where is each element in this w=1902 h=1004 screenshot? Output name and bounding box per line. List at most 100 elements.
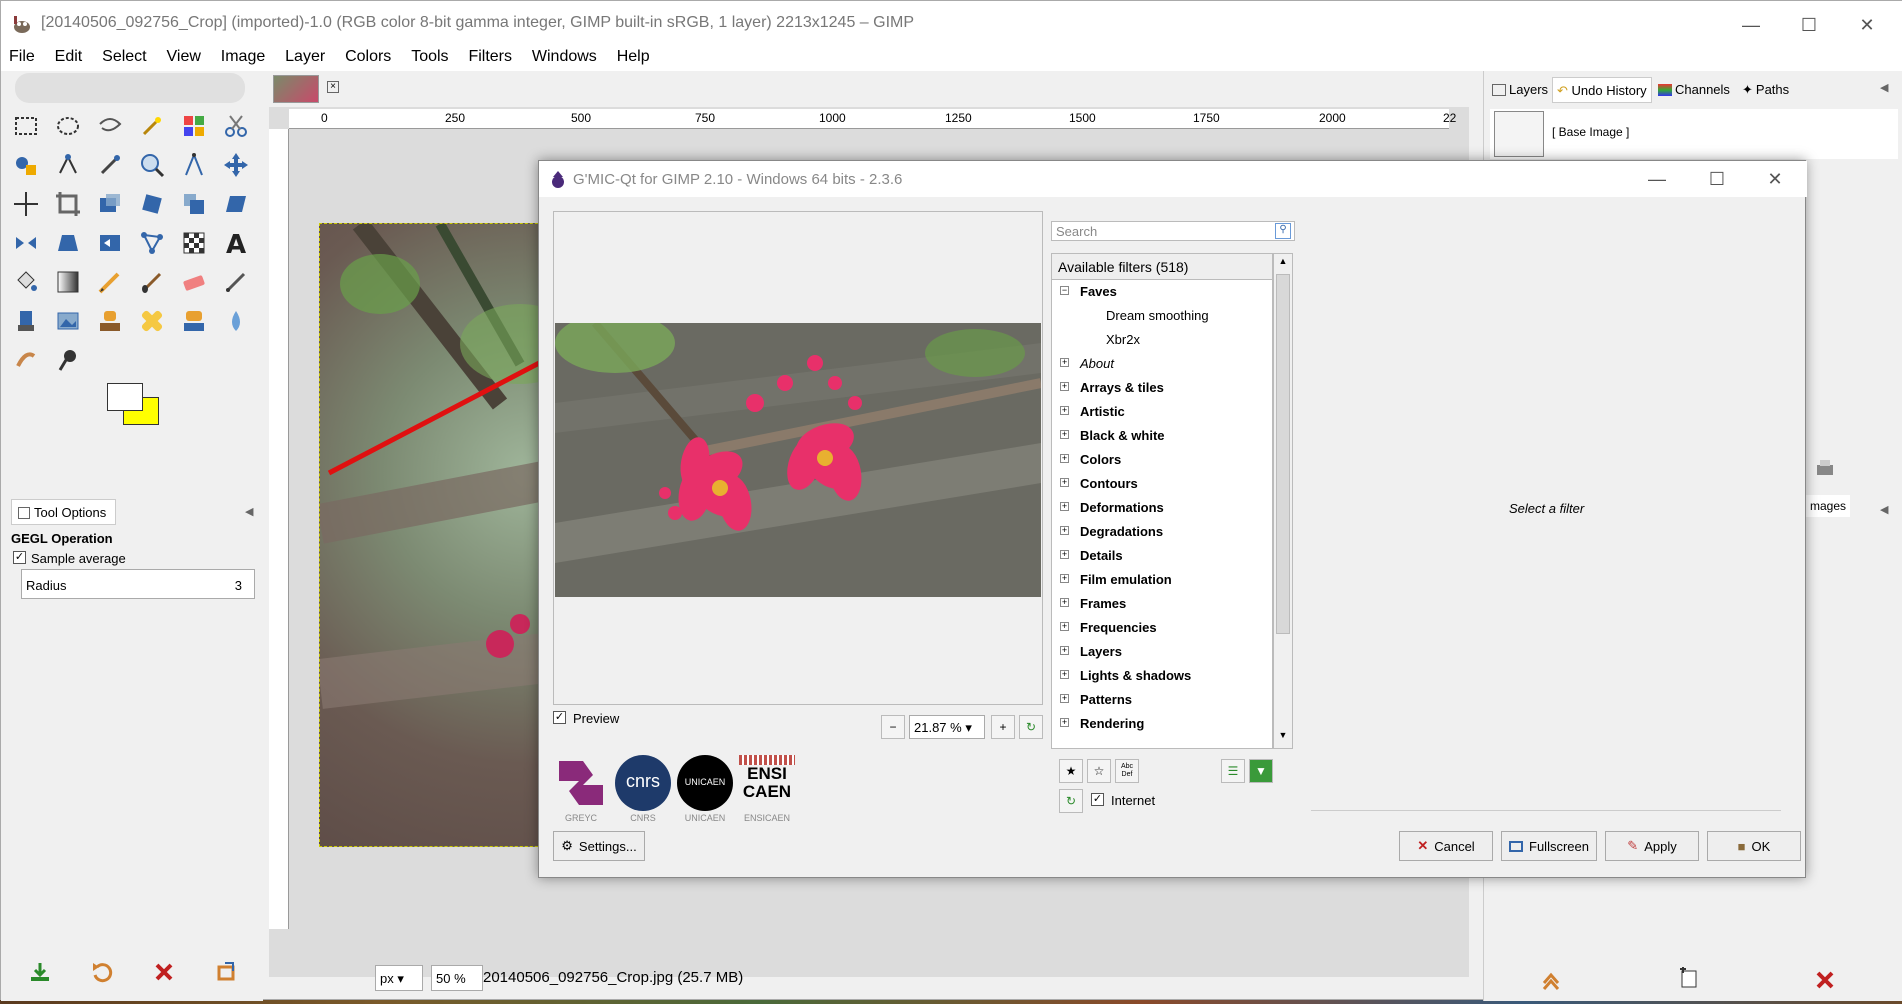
zoom-out-icon[interactable]: −	[881, 715, 905, 739]
close-button[interactable]: ✕	[1853, 11, 1881, 39]
expand-icon[interactable]: +	[1060, 430, 1069, 439]
delete-tool-preset-icon[interactable]	[153, 961, 175, 983]
lasso-tool-icon[interactable]	[93, 109, 127, 143]
expand-icon[interactable]: +	[1060, 526, 1069, 535]
gmic-close-button[interactable]: ✕	[1761, 165, 1789, 193]
color-picker-tool-icon[interactable]	[93, 148, 127, 182]
expand-icon[interactable]: +	[1060, 454, 1069, 463]
internet-checkbox[interactable]: ✓	[1091, 793, 1104, 806]
ink-tool-icon[interactable]	[9, 304, 43, 338]
zoom-in-icon[interactable]: +	[991, 715, 1015, 739]
radius-spinner[interactable]: Radius 3	[21, 569, 255, 599]
tree-node[interactable]: + Deformations	[1052, 496, 1272, 520]
menu-colors[interactable]: Colors	[345, 45, 399, 66]
airbrush-tool-icon[interactable]	[219, 265, 253, 299]
align-tool-icon[interactable]	[9, 187, 43, 221]
expand-icon[interactable]: +	[1060, 718, 1069, 727]
tree-leaf[interactable]: Xbr2x	[1052, 328, 1272, 352]
ellipse-select-tool-icon[interactable]	[51, 109, 85, 143]
menu-filters[interactable]: Filters	[468, 45, 520, 66]
search-icon[interactable]: ⚲	[1275, 223, 1291, 239]
cancel-button[interactable]: ✕ Cancel	[1399, 831, 1493, 861]
configure-images-icon[interactable]: ◀	[1880, 503, 1888, 516]
rect-select-tool-icon[interactable]	[9, 109, 43, 143]
zoom-tool-icon[interactable]	[135, 148, 169, 182]
list-mode-icon[interactable]: ☰	[1221, 759, 1245, 783]
refresh-preview-icon[interactable]: ↻	[1019, 715, 1043, 739]
paintbrush-tool-icon[interactable]	[135, 265, 169, 299]
tree-node[interactable]: + Colors	[1052, 448, 1272, 472]
tree-node[interactable]: + Degradations	[1052, 520, 1272, 544]
flip-tool-icon[interactable]	[9, 226, 43, 260]
menu-layer[interactable]: Layer	[285, 45, 333, 66]
tree-node[interactable]: + Lights & shadows	[1052, 664, 1272, 688]
tree-node[interactable]: + Frames	[1052, 592, 1272, 616]
tab-paths[interactable]: ✦ Paths	[1738, 77, 1793, 103]
warp-transform-tool-icon[interactable]	[177, 226, 211, 260]
tree-node[interactable]: + Patterns	[1052, 688, 1272, 712]
undo-history-item[interactable]: [ Base Image ]	[1490, 109, 1898, 159]
tree-node[interactable]: + Layers	[1052, 640, 1272, 664]
tree-node[interactable]: + Black & white	[1052, 424, 1272, 448]
scroll-up-icon[interactable]: ▲	[1276, 256, 1290, 270]
expand-icon[interactable]: +	[1060, 406, 1069, 415]
menu-help[interactable]: Help	[617, 45, 658, 66]
menu-edit[interactable]: Edit	[55, 45, 91, 66]
expand-icon[interactable]: +	[1060, 694, 1069, 703]
blur-tool-icon[interactable]	[219, 304, 253, 338]
menu-file[interactable]: File	[9, 45, 43, 66]
dodge-burn-tool-icon[interactable]	[51, 343, 85, 377]
expand-icon[interactable]: +	[1060, 670, 1069, 679]
tree-node[interactable]: + Contours	[1052, 472, 1272, 496]
fuzzy-select-tool-icon[interactable]	[135, 109, 169, 143]
configure-tab-icon[interactable]: ◀	[245, 505, 253, 518]
settings-button[interactable]: ⚙ Settings...	[553, 831, 645, 861]
minimize-button[interactable]: —	[1737, 11, 1765, 39]
menu-image[interactable]: Image	[221, 45, 273, 66]
tab-undo-history[interactable]: ↶ Undo History	[1552, 77, 1652, 103]
expand-icon[interactable]: +	[1060, 478, 1069, 487]
expand-icon[interactable]: +	[1060, 574, 1069, 583]
gradient-tool-icon[interactable]	[51, 265, 85, 299]
scroll-thumb[interactable]	[1276, 274, 1290, 634]
tab-images[interactable]: mages	[1806, 495, 1851, 517]
new-image-icon[interactable]	[1678, 967, 1700, 989]
tree-leaf[interactable]: Dream smoothing	[1052, 304, 1272, 328]
measure-tool-icon[interactable]	[177, 148, 211, 182]
menu-tools[interactable]: Tools	[411, 45, 456, 66]
image-tab-thumbnail[interactable]	[273, 75, 319, 103]
menu-windows[interactable]: Windows	[532, 45, 605, 66]
raise-icon[interactable]	[1540, 969, 1562, 991]
tree-node[interactable]: + Artistic	[1052, 400, 1272, 424]
wilber-drop-zone[interactable]	[15, 73, 245, 103]
scale-tool-icon[interactable]	[177, 187, 211, 221]
expand-icon[interactable]: +	[1060, 622, 1069, 631]
cage-transform-tool-icon[interactable]	[135, 226, 169, 260]
tab-channels[interactable]: Channels	[1654, 77, 1734, 103]
rename-fave-icon[interactable]: Abc Def	[1115, 759, 1139, 783]
scissors-tool-icon[interactable]	[219, 109, 253, 143]
unified-transform-tool-icon[interactable]	[93, 187, 127, 221]
move-tool-icon[interactable]	[219, 148, 253, 182]
color-select-tool-icon[interactable]	[177, 109, 211, 143]
tree-node[interactable]: + Arrays & tiles	[1052, 376, 1272, 400]
filter-tree-scrollbar[interactable]: ▲ ▼	[1273, 253, 1293, 749]
tree-node-faves[interactable]: − Faves	[1052, 280, 1272, 304]
gmic-maximize-button[interactable]: ☐	[1703, 165, 1731, 193]
add-fave-icon[interactable]: ★	[1059, 759, 1083, 783]
apply-button[interactable]: ✎ Apply	[1605, 831, 1699, 861]
eraser-tool-icon[interactable]	[177, 265, 211, 299]
filter-search-input[interactable]: Search	[1051, 221, 1295, 241]
preview-image[interactable]	[555, 323, 1041, 597]
unit-select[interactable]: px ▾	[375, 965, 423, 991]
mypaint-brush-tool-icon[interactable]	[51, 304, 85, 338]
ok-button[interactable]: ■ OK	[1707, 831, 1801, 861]
zoom-value-select[interactable]: 21.87 % ▾	[909, 715, 985, 739]
foreground-select-tool-icon[interactable]	[9, 148, 43, 182]
print-icon[interactable]	[1814, 457, 1836, 479]
shear-tool-icon[interactable]	[219, 187, 253, 221]
tree-node[interactable]: + Film emulation	[1052, 568, 1272, 592]
tree-node[interactable]: + Rendering	[1052, 712, 1272, 736]
sample-average-checkbox[interactable]: ✓	[13, 551, 26, 564]
bucket-fill-tool-icon[interactable]	[9, 265, 43, 299]
